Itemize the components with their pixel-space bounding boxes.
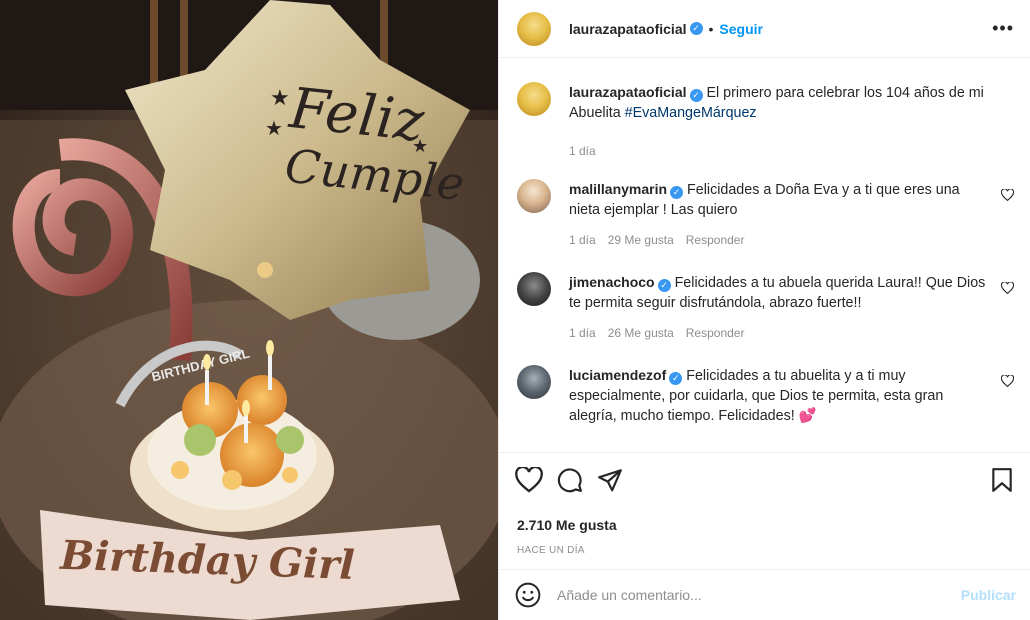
caption-hashtag[interactable]: #EvaMangeMárquez bbox=[625, 105, 757, 121]
comment-username[interactable]: jimenachoco bbox=[569, 274, 655, 290]
commenter-avatar[interactable] bbox=[517, 365, 551, 399]
separator-dot: • bbox=[708, 20, 714, 37]
reply-button[interactable]: Responder bbox=[686, 230, 745, 250]
publish-button[interactable]: Publicar bbox=[961, 587, 1016, 603]
commenter-avatar[interactable] bbox=[517, 272, 551, 306]
comment-likes[interactable]: 29 Me gusta bbox=[608, 230, 674, 250]
birthday-cake-photo: Feliz Cumple ★ ★ ★ BIRTHDAY GIRL Birthda… bbox=[0, 0, 498, 620]
comment: jimenachoco ✓ Felicidades a tu abuela que… bbox=[517, 272, 1014, 343]
like-comment-heart-icon[interactable] bbox=[1001, 282, 1014, 294]
verified-icon: ✓ bbox=[689, 89, 703, 102]
reply-button[interactable]: Responder bbox=[686, 323, 745, 343]
post-header: laurazapataoficial ✓ • Seguir ••• bbox=[499, 0, 1030, 58]
caption-time[interactable]: 1 día bbox=[569, 141, 596, 161]
like-heart-icon[interactable] bbox=[515, 467, 543, 493]
comment: malillanymarin ✓ Felicidades a Doña Eva y… bbox=[517, 179, 1014, 250]
comments-list[interactable]: laurazapataoficial ✓ El primero para cele… bbox=[499, 58, 1030, 448]
svg-text:★: ★ bbox=[270, 85, 290, 110]
comment-username[interactable]: luciamendezof bbox=[569, 367, 666, 383]
post-actions: 2.710 Me gusta HACE UN DÍA bbox=[499, 452, 1030, 556]
like-comment-heart-icon[interactable] bbox=[1001, 375, 1014, 387]
verified-icon: ✓ bbox=[657, 279, 671, 292]
comment-time[interactable]: 1 día bbox=[569, 323, 596, 343]
verified-icon: ✓ bbox=[689, 22, 703, 35]
share-paper-plane-icon[interactable] bbox=[597, 467, 623, 493]
author-avatar[interactable] bbox=[517, 11, 551, 46]
likes-count[interactable]: 2.710 Me gusta bbox=[515, 517, 1014, 533]
svg-text:★: ★ bbox=[265, 118, 283, 140]
post-detail-panel: laurazapataoficial ✓ • Seguir ••• lauraz… bbox=[498, 0, 1030, 620]
comment-username[interactable]: malillanymarin bbox=[569, 181, 667, 197]
caption: laurazapataoficial ✓ El primero para cele… bbox=[517, 82, 1014, 161]
svg-text:★: ★ bbox=[412, 136, 428, 156]
follow-button[interactable]: Seguir bbox=[719, 21, 763, 37]
comment-input[interactable] bbox=[557, 587, 961, 603]
emoji-smiley-icon[interactable] bbox=[515, 582, 541, 608]
author-username[interactable]: laurazapataoficial bbox=[569, 21, 687, 37]
caption-username[interactable]: laurazapataoficial bbox=[569, 84, 687, 100]
add-comment-bar: Publicar bbox=[499, 569, 1030, 620]
comment: luciamendezof ✓ Felicidades a tu abuelita… bbox=[517, 365, 1014, 426]
caption-avatar[interactable] bbox=[517, 82, 551, 116]
more-options-icon[interactable]: ••• bbox=[992, 18, 1014, 39]
post-photo[interactable]: Feliz Cumple ★ ★ ★ BIRTHDAY GIRL Birthda… bbox=[0, 0, 498, 620]
comment-time[interactable]: 1 día bbox=[569, 230, 596, 250]
post-timestamp[interactable]: HACE UN DÍA bbox=[515, 545, 1014, 556]
verified-icon: ✓ bbox=[669, 372, 683, 385]
like-comment-heart-icon[interactable] bbox=[1001, 189, 1014, 201]
verified-icon: ✓ bbox=[670, 186, 684, 199]
hearts-emoji: 💕 bbox=[798, 408, 817, 424]
comment-bubble-icon[interactable] bbox=[557, 467, 583, 493]
commenter-avatar[interactable] bbox=[517, 179, 551, 213]
save-bookmark-icon[interactable] bbox=[990, 467, 1014, 493]
comment-likes[interactable]: 26 Me gusta bbox=[608, 323, 674, 343]
